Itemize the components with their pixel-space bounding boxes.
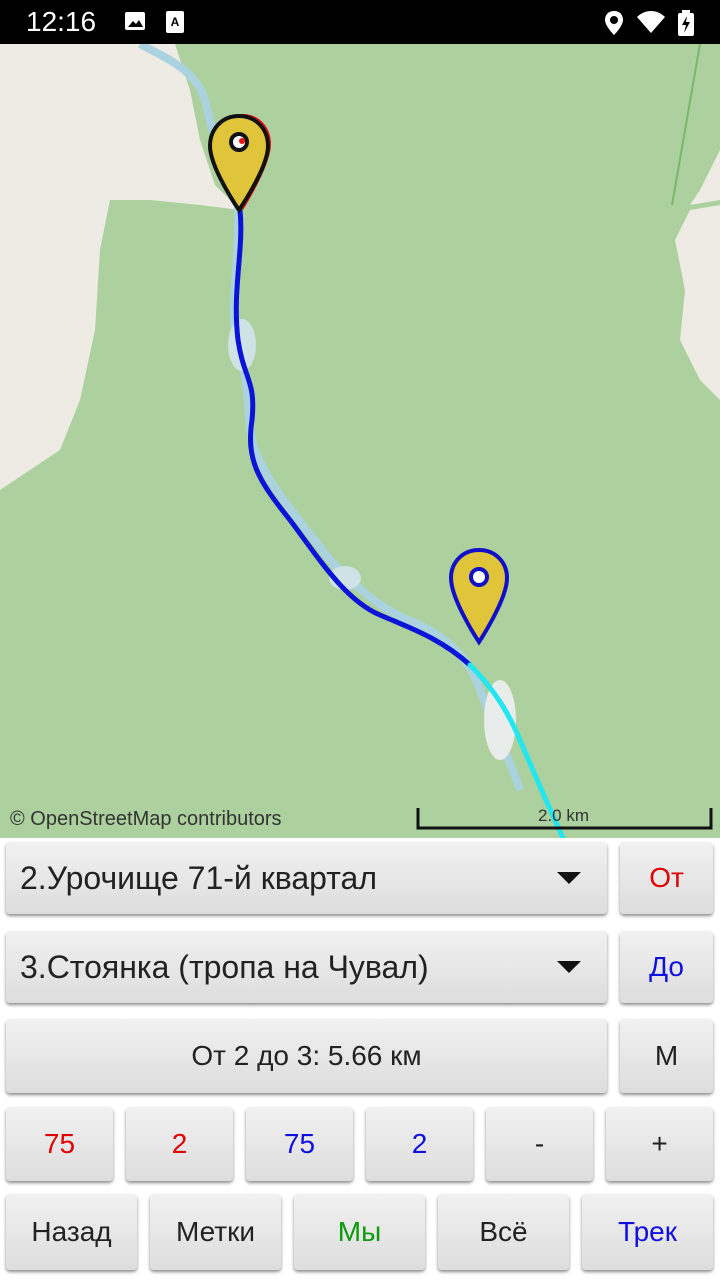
back-button[interactable]: Назад	[6, 1194, 137, 1270]
status-time: 12:16	[26, 6, 97, 37]
from-point-select[interactable]: 2.Урочище 71-й квартал	[6, 842, 607, 914]
svg-text:A: A	[171, 15, 180, 29]
to-point-value: 3.Стоянка (тропа на Чувал)	[20, 948, 429, 985]
track-button[interactable]: Трек	[582, 1194, 713, 1270]
zoom-from-75-button[interactable]: 75	[6, 1107, 113, 1181]
keyboard-a-icon: A	[166, 11, 184, 33]
marks-button[interactable]: Метки	[150, 1194, 281, 1270]
from-point-value: 2.Урочище 71-й квартал	[20, 859, 377, 896]
zoom-from-2-button[interactable]: 2	[126, 1107, 233, 1181]
map-canvas[interactable]	[0, 44, 720, 838]
zoom-in-button[interactable]: +	[606, 1107, 713, 1181]
m-button[interactable]: М	[620, 1019, 713, 1093]
from-button[interactable]: От	[620, 842, 713, 914]
map-attribution: © OpenStreetMap contributors	[10, 808, 282, 830]
distance-button[interactable]: От 2 до 3: 5.66 км	[6, 1019, 607, 1093]
status-bar: 12:16 A	[0, 0, 720, 44]
zoom-out-button[interactable]: -	[486, 1107, 593, 1181]
all-button[interactable]: Всё	[438, 1194, 569, 1270]
dropdown-caret-icon	[557, 961, 581, 973]
control-panel: 2.Урочище 71-й квартал От 3.Стоянка (тро…	[0, 838, 720, 1280]
wifi-icon	[637, 11, 665, 33]
zoom-to-2-button[interactable]: 2	[366, 1107, 473, 1181]
to-point-select[interactable]: 3.Стоянка (тропа на Чувал)	[6, 931, 607, 1003]
scale-label: 2.0 km	[538, 806, 590, 825]
dropdown-caret-icon	[557, 872, 581, 884]
we-button[interactable]: Мы	[294, 1194, 425, 1270]
battery-charging-icon	[678, 10, 694, 36]
zoom-to-75-button[interactable]: 75	[246, 1107, 353, 1181]
map-view[interactable]: © OpenStreetMap contributors 2.0 km	[0, 44, 720, 838]
location-icon	[605, 11, 623, 35]
to-button[interactable]: До	[620, 931, 713, 1003]
image-icon	[125, 12, 145, 30]
